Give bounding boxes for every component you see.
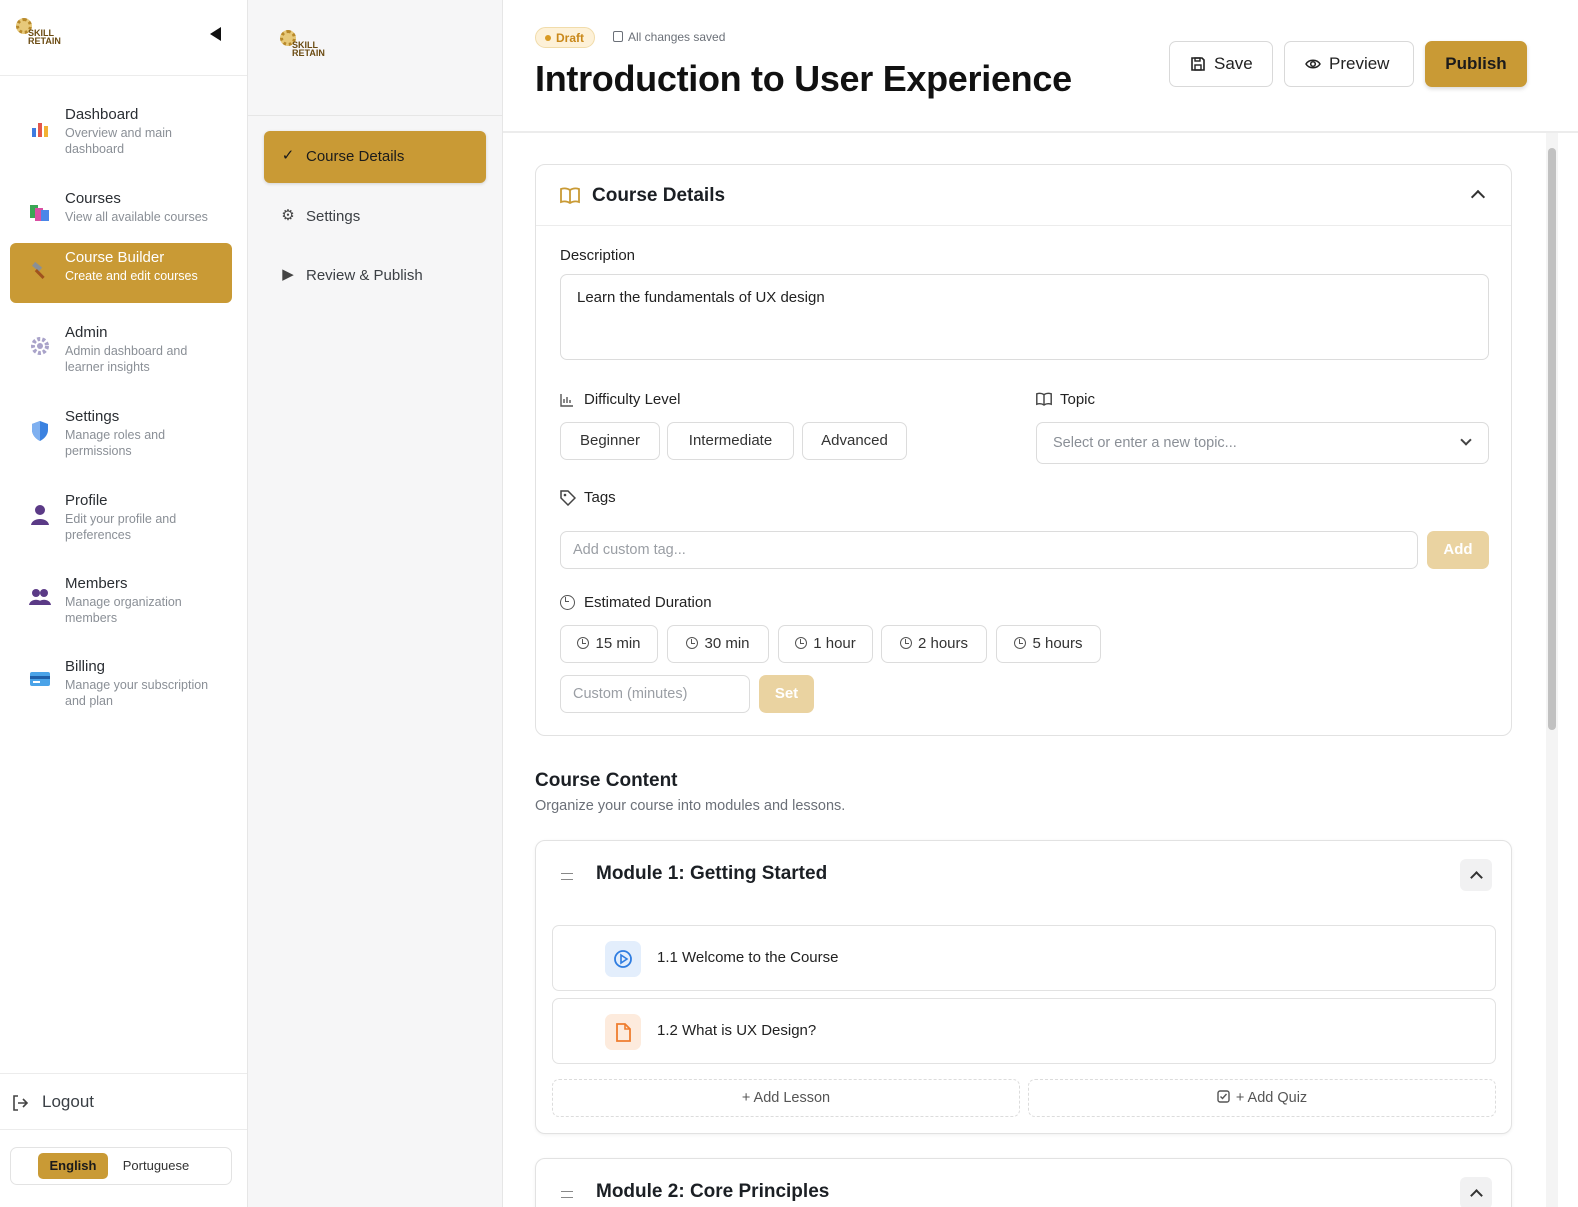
save-icon	[1191, 57, 1205, 71]
tag-input[interactable]: Add custom tag...	[560, 531, 1418, 569]
clock-icon	[899, 637, 912, 649]
set-duration-button[interactable]: Set	[759, 675, 814, 713]
module-collapse-button[interactable]	[1460, 1177, 1492, 1207]
module-title: Module 2: Core Principles	[596, 1181, 830, 1202]
bar-chart-icon	[29, 118, 51, 140]
duration-2-hours[interactable]: 2 hours	[881, 625, 987, 663]
tags-label: Tags	[584, 489, 616, 506]
sidebar-item-profile[interactable]: Profile Edit your profile and preference…	[10, 486, 232, 546]
sidebar-item-admin[interactable]: Admin Admin dashboard and learner insigh…	[10, 318, 232, 378]
clock-icon	[577, 637, 590, 649]
credit-card-icon	[29, 670, 51, 692]
sidebar-item-billing[interactable]: Billing Manage your subscription and pla…	[10, 652, 232, 712]
page-title: Introduction to User Experience	[535, 58, 1072, 99]
gear-icon: ⚙	[281, 207, 295, 224]
description-label: Description	[560, 247, 636, 264]
gear-icon	[29, 336, 51, 358]
collapse-sidebar-icon[interactable]	[210, 27, 221, 41]
disk-icon	[613, 31, 623, 42]
course-details-card: Course Details Description Learn the fun…	[535, 164, 1512, 736]
builder-steps-panel: SKILL RETAIN ✓ Course Details ⚙ Settings …	[248, 0, 503, 1207]
module-card: Module 2: Core Principles	[535, 1158, 1512, 1207]
add-quiz-button[interactable]: + Add Quiz	[1028, 1079, 1496, 1117]
sidebar-item-settings[interactable]: Settings Manage roles and permissions	[10, 402, 232, 462]
add-lesson-button[interactable]: + Add Lesson	[552, 1079, 1020, 1117]
steps-header: SKILL RETAIN	[248, 0, 502, 116]
document-icon	[605, 1014, 641, 1050]
topic-select[interactable]: Select or enter a new topic...	[1036, 422, 1489, 464]
course-content-subtitle: Organize your course into modules and le…	[535, 798, 846, 814]
clock-icon	[560, 595, 575, 610]
user-icon	[29, 504, 51, 526]
main-content: Draft All changes saved Introduction to …	[503, 0, 1578, 1207]
status-badge: Draft	[535, 27, 596, 48]
difficulty-label: Difficulty Level	[584, 391, 681, 408]
duration-label: Estimated Duration	[584, 594, 712, 611]
lesson-item[interactable]: 1.2 What is UX Design?	[552, 998, 1496, 1064]
play-icon: ▶	[282, 266, 294, 283]
play-circle-icon	[605, 941, 641, 977]
preview-button[interactable]: Preview	[1284, 41, 1414, 87]
hammer-icon	[29, 261, 51, 283]
shield-icon	[29, 420, 51, 442]
sidebar-item-members[interactable]: Members Manage organization members	[10, 569, 232, 629]
lesson-item[interactable]: 1.1 Welcome to the Course	[552, 925, 1496, 991]
step-review-publish[interactable]: ▶ Review & Publish	[264, 250, 486, 302]
eye-icon	[1305, 59, 1321, 69]
main-sidebar: SKILL RETAIN Dashboard Overview and main …	[0, 0, 248, 1207]
scrollbar-thumb[interactable]	[1548, 148, 1556, 730]
save-status: All changes saved	[613, 30, 725, 44]
custom-duration-input[interactable]: Custom (minutes)	[560, 675, 750, 713]
logout-button[interactable]: Logout	[0, 1073, 247, 1129]
save-button[interactable]: Save	[1169, 41, 1273, 87]
duration-15-min[interactable]: 15 min	[560, 625, 658, 663]
tag-icon	[560, 490, 576, 506]
duration-30-min[interactable]: 30 min	[667, 625, 769, 663]
clock-icon	[686, 637, 699, 649]
collapse-chevron-icon[interactable]	[1470, 189, 1486, 205]
bar-chart-icon	[560, 394, 573, 407]
course-details-header[interactable]: Course Details	[536, 165, 1511, 226]
language-english[interactable]: English	[38, 1153, 108, 1179]
duration-1-hour[interactable]: 1 hour	[778, 625, 873, 663]
difficulty-beginner[interactable]: Beginner	[560, 422, 660, 460]
language-switcher: English Portuguese	[0, 1129, 247, 1207]
language-toggle: English Portuguese	[10, 1147, 232, 1185]
clock-icon	[795, 637, 808, 649]
page-header: Draft All changes saved Introduction to …	[503, 0, 1578, 133]
difficulty-advanced[interactable]: Advanced	[802, 422, 907, 460]
checkbox-icon	[1217, 1090, 1230, 1103]
sidebar-item-course-builder[interactable]: Course Builder Create and edit courses	[10, 243, 232, 303]
clock-icon	[1014, 637, 1027, 649]
drag-handle-icon[interactable]	[561, 1191, 573, 1198]
publish-button[interactable]: Publish	[1425, 41, 1527, 87]
book-icon	[560, 187, 580, 204]
description-input[interactable]: Learn the fundamentals of UX design	[560, 274, 1489, 360]
module-title: Module 1: Getting Started	[596, 863, 828, 884]
app-root: SKILL RETAIN Dashboard Overview and main …	[0, 0, 1578, 1207]
book-icon	[1036, 392, 1052, 406]
drag-handle-icon[interactable]	[561, 873, 573, 880]
chevron-down-icon	[1460, 434, 1472, 446]
module-card: Module 1: Getting Started 1.1 Welcome to…	[535, 840, 1512, 1134]
language-portuguese[interactable]: Portuguese	[116, 1153, 196, 1179]
add-tag-button[interactable]: Add	[1427, 531, 1489, 569]
sidebar-item-courses[interactable]: Courses View all available courses	[10, 184, 232, 244]
check-icon: ✓	[281, 147, 295, 164]
step-course-details[interactable]: ✓ Course Details	[264, 131, 486, 183]
sidebar-header: SKILL RETAIN	[0, 0, 247, 76]
sidebar-item-dashboard[interactable]: Dashboard Overview and main dashboard	[10, 100, 232, 160]
course-content-title: Course Content	[535, 770, 678, 791]
module-collapse-button[interactable]	[1460, 859, 1492, 891]
difficulty-intermediate[interactable]: Intermediate	[667, 422, 794, 460]
topic-label: Topic	[1060, 391, 1096, 408]
skill-retain-logo: SKILL RETAIN	[280, 30, 325, 60]
books-icon	[29, 202, 51, 224]
skill-retain-logo[interactable]: SKILL RETAIN	[16, 18, 61, 48]
logout-icon	[13, 1095, 29, 1111]
step-settings[interactable]: ⚙ Settings	[264, 191, 486, 243]
users-icon	[29, 587, 51, 609]
duration-5-hours[interactable]: 5 hours	[996, 625, 1101, 663]
